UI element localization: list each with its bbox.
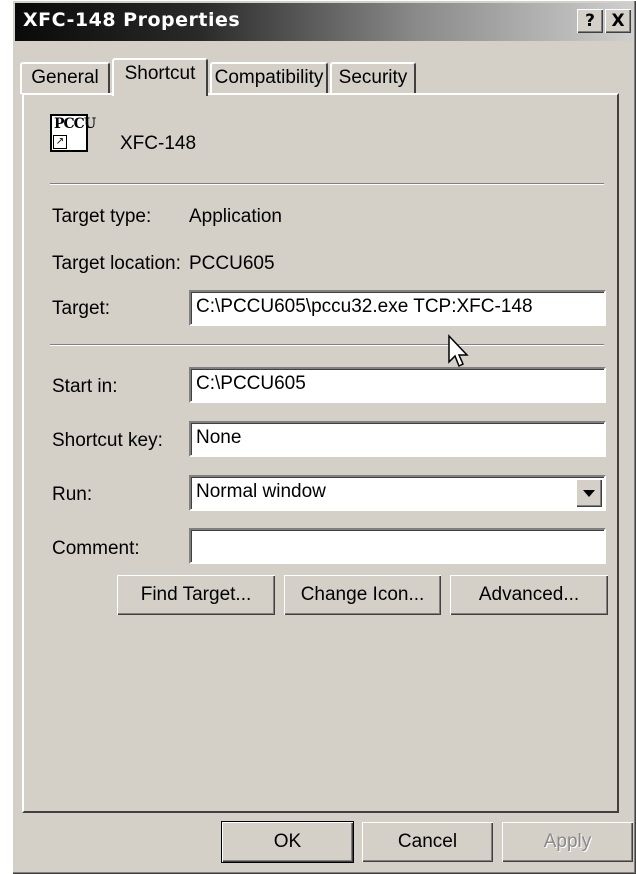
advanced-button[interactable]: Advanced...: [450, 575, 608, 615]
separator: [50, 183, 604, 185]
close-button[interactable]: X: [605, 9, 631, 33]
help-button[interactable]: ?: [577, 9, 603, 33]
shortcut-key-label: Shortcut key:: [52, 430, 163, 451]
shortcut-arrow-icon: ↗: [53, 135, 67, 149]
shortcut-key-input[interactable]: None: [189, 421, 606, 457]
cancel-button[interactable]: Cancel: [362, 822, 493, 862]
target-type-value: Application: [189, 206, 282, 227]
tab-general[interactable]: General: [20, 62, 110, 94]
shortcut-name: XFC-148: [120, 133, 197, 154]
tab-security[interactable]: Security: [330, 62, 416, 94]
title-bar[interactable]: XFC-148 Properties ? X: [15, 3, 633, 41]
comment-label: Comment:: [52, 538, 140, 559]
ok-button[interactable]: OK: [221, 821, 354, 863]
mouse-cursor-icon: [448, 334, 469, 368]
tab-shortcut[interactable]: Shortcut: [112, 58, 208, 96]
run-select[interactable]: Normal window: [189, 475, 606, 511]
icon-logo-text: PCCU: [54, 116, 96, 132]
run-label: Run:: [52, 484, 93, 505]
change-icon-button[interactable]: Change Icon...: [284, 575, 441, 615]
target-input[interactable]: C:\PCCU605\pccu32.exe TCP:XFC-148: [189, 290, 606, 326]
apply-button: Apply: [502, 822, 633, 862]
chevron-down-icon[interactable]: [576, 479, 602, 507]
window-title: XFC-148 Properties: [23, 9, 241, 31]
tab-compatibility[interactable]: Compatibility: [210, 62, 328, 94]
target-type-label: Target type:: [52, 206, 152, 227]
pccu-shortcut-icon: PCCU ↗: [50, 114, 96, 152]
run-select-value: Normal window: [196, 481, 326, 502]
target-location-value: PCCU605: [189, 253, 275, 274]
separator: [50, 344, 604, 346]
start-in-input[interactable]: C:\PCCU605: [189, 367, 606, 403]
start-in-label: Start in:: [52, 376, 118, 397]
comment-input[interactable]: [189, 528, 606, 564]
target-location-label: Target location:: [52, 253, 181, 274]
find-target-button[interactable]: Find Target...: [117, 575, 275, 615]
target-label: Target:: [52, 298, 111, 319]
